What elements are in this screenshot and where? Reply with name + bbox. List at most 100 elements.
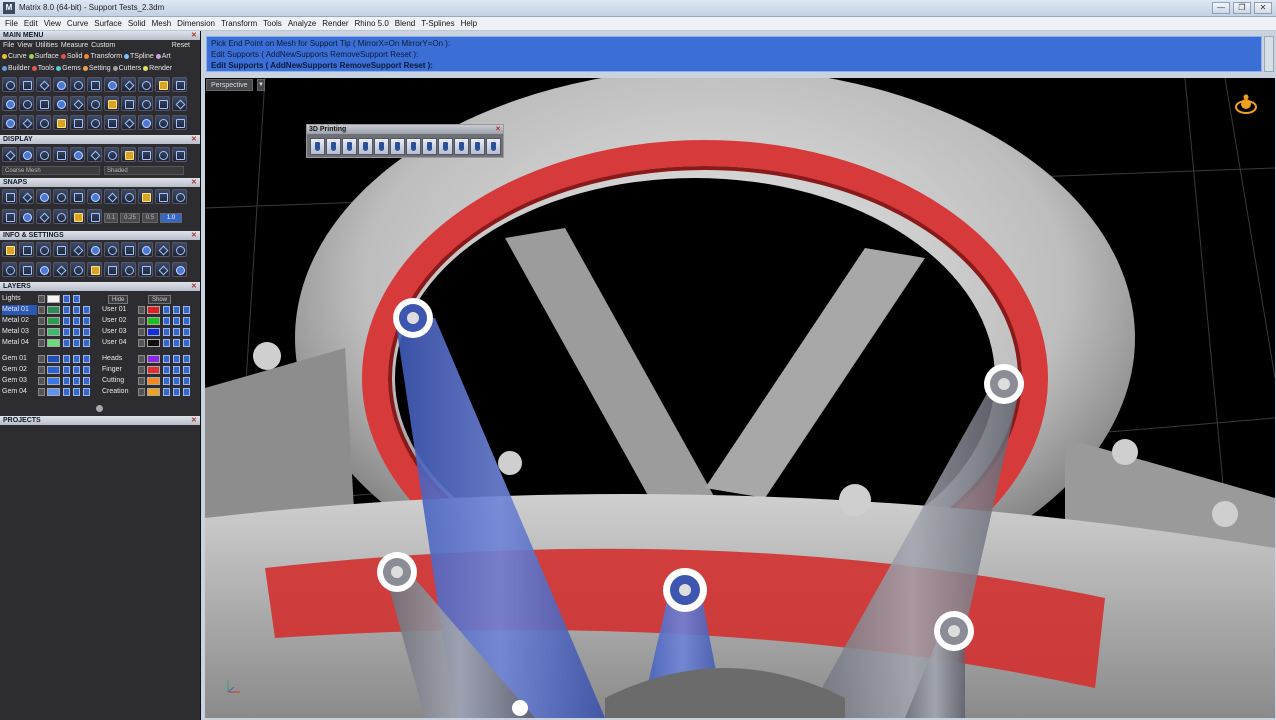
- category-tools[interactable]: Tools: [31, 64, 54, 74]
- layer-row-gem-02[interactable]: Gem 02: [0, 365, 98, 375]
- tool-icon[interactable]: [70, 209, 85, 224]
- tool-icon[interactable]: [70, 96, 85, 111]
- tool-icon[interactable]: [138, 189, 153, 204]
- layer-lock-icon[interactable]: [63, 366, 70, 374]
- tool-icon[interactable]: [104, 242, 119, 257]
- tool-icon[interactable]: [2, 242, 17, 257]
- tool-icon[interactable]: [70, 189, 85, 204]
- tool-icon[interactable]: [87, 189, 102, 204]
- menu-mesh[interactable]: Mesh: [152, 17, 176, 30]
- tool-icon[interactable]: [87, 77, 102, 92]
- layer-row-metal-01[interactable]: Metal 01: [0, 305, 98, 315]
- print-support-tool-icon[interactable]: [438, 138, 453, 155]
- tool-icon[interactable]: [155, 262, 170, 277]
- layer-visible-icon[interactable]: [173, 328, 180, 336]
- layer-color-swatch[interactable]: [147, 306, 160, 314]
- tool-icon[interactable]: [53, 147, 68, 162]
- tool-icon[interactable]: [172, 147, 187, 162]
- category-builder[interactable]: Builder: [2, 64, 30, 74]
- layer-color-swatch[interactable]: [147, 317, 160, 325]
- menu-dimension[interactable]: Dimension: [177, 17, 219, 30]
- print-support-tool-icon[interactable]: [326, 138, 341, 155]
- tool-icon[interactable]: [155, 147, 170, 162]
- app-icon[interactable]: M: [3, 2, 15, 14]
- expand-icon[interactable]: [96, 405, 103, 412]
- show-all-button[interactable]: Show: [148, 295, 172, 304]
- menu-curve[interactable]: Curve: [67, 17, 92, 30]
- print-support-tool-icon[interactable]: [374, 138, 389, 155]
- layer-row-user-02[interactable]: User 02: [100, 316, 198, 326]
- layer-visible-icon[interactable]: [173, 388, 180, 396]
- layer-lock-icon[interactable]: [163, 317, 170, 325]
- layer-current-checkbox[interactable]: [138, 328, 145, 336]
- layer-row-metal-04[interactable]: Metal 04: [0, 338, 98, 348]
- tool-icon[interactable]: [36, 77, 51, 92]
- viewport-tab-perspective[interactable]: Perspective: [206, 79, 253, 91]
- menu-file[interactable]: File: [5, 17, 22, 30]
- layer-print-icon[interactable]: [83, 377, 90, 385]
- print-support-tool-icon[interactable]: [358, 138, 373, 155]
- print-support-tool-icon[interactable]: [342, 138, 357, 155]
- layer-visible-icon[interactable]: [73, 317, 80, 325]
- layer-visible-icon[interactable]: [73, 377, 80, 385]
- layer-lock-icon[interactable]: [63, 317, 70, 325]
- tool-icon[interactable]: [121, 242, 136, 257]
- projects-header[interactable]: PROJECTS ✕: [0, 416, 200, 425]
- tool-icon[interactable]: [104, 189, 119, 204]
- tool-icon[interactable]: [2, 209, 17, 224]
- layer-color-swatch[interactable]: [47, 317, 60, 325]
- tool-icon[interactable]: [155, 115, 170, 130]
- perspective-viewport[interactable]: [205, 78, 1275, 718]
- tool-icon[interactable]: [155, 96, 170, 111]
- hide-all-button[interactable]: Hide: [108, 295, 129, 304]
- snap-value-1[interactable]: 0.1: [104, 213, 118, 223]
- close-icon[interactable]: ✕: [191, 178, 198, 186]
- category-cutters[interactable]: Cutters: [112, 64, 141, 74]
- layer-print-icon[interactable]: [183, 306, 190, 314]
- tool-icon[interactable]: [53, 189, 68, 204]
- command-history[interactable]: Pick End Point on Mesh for Support Tip (…: [206, 36, 1262, 72]
- menu-help[interactable]: Help: [461, 17, 481, 30]
- navigation-gizmo-icon[interactable]: [1233, 93, 1259, 117]
- category-setting[interactable]: Setting: [82, 64, 111, 74]
- layer-print-icon[interactable]: [183, 328, 190, 336]
- menu-view[interactable]: View: [44, 17, 65, 30]
- layer-lock-icon[interactable]: [163, 339, 170, 347]
- layer-visible-icon[interactable]: [173, 377, 180, 385]
- layer-current-checkbox[interactable]: [38, 377, 45, 385]
- command-scrollbar[interactable]: [1264, 36, 1274, 72]
- tool-icon[interactable]: [36, 262, 51, 277]
- tool-icon[interactable]: [53, 209, 68, 224]
- snaps-header[interactable]: SNAPS ✕: [0, 178, 200, 187]
- layer-lock-icon[interactable]: [63, 295, 70, 303]
- layer-print-icon[interactable]: [183, 317, 190, 325]
- layer-visible-icon[interactable]: [73, 355, 80, 363]
- layer-color-swatch[interactable]: [47, 366, 60, 374]
- layer-current-checkbox[interactable]: [38, 339, 45, 347]
- layer-print-icon[interactable]: [83, 366, 90, 374]
- menu-analyze[interactable]: Analyze: [288, 17, 320, 30]
- tool-icon[interactable]: [121, 189, 136, 204]
- category-render[interactable]: Render: [143, 64, 172, 74]
- layer-color-swatch[interactable]: [147, 339, 160, 347]
- tool-icon[interactable]: [53, 115, 68, 130]
- layer-current-checkbox[interactable]: [138, 366, 145, 374]
- layer-row-gem-04[interactable]: Gem 04: [0, 387, 98, 397]
- layer-lock-icon[interactable]: [63, 339, 70, 347]
- layer-print-icon[interactable]: [183, 366, 190, 374]
- submenu-view[interactable]: View: [17, 41, 32, 51]
- tool-icon[interactable]: [53, 96, 68, 111]
- close-icon[interactable]: ✕: [191, 416, 198, 424]
- tool-icon[interactable]: [121, 77, 136, 92]
- lights-layer[interactable]: Lights: [0, 294, 98, 304]
- tool-icon[interactable]: [87, 96, 102, 111]
- tool-icon[interactable]: [19, 115, 34, 130]
- tool-icon[interactable]: [138, 147, 153, 162]
- tool-icon[interactable]: [53, 262, 68, 277]
- close-button[interactable]: ✕: [1254, 2, 1272, 14]
- snap-value-2[interactable]: 0.25: [120, 213, 140, 223]
- menu-transform[interactable]: Transform: [221, 17, 261, 30]
- close-icon[interactable]: ✕: [191, 282, 198, 290]
- layer-lock-icon[interactable]: [63, 306, 70, 314]
- layer-current-checkbox[interactable]: [38, 306, 45, 314]
